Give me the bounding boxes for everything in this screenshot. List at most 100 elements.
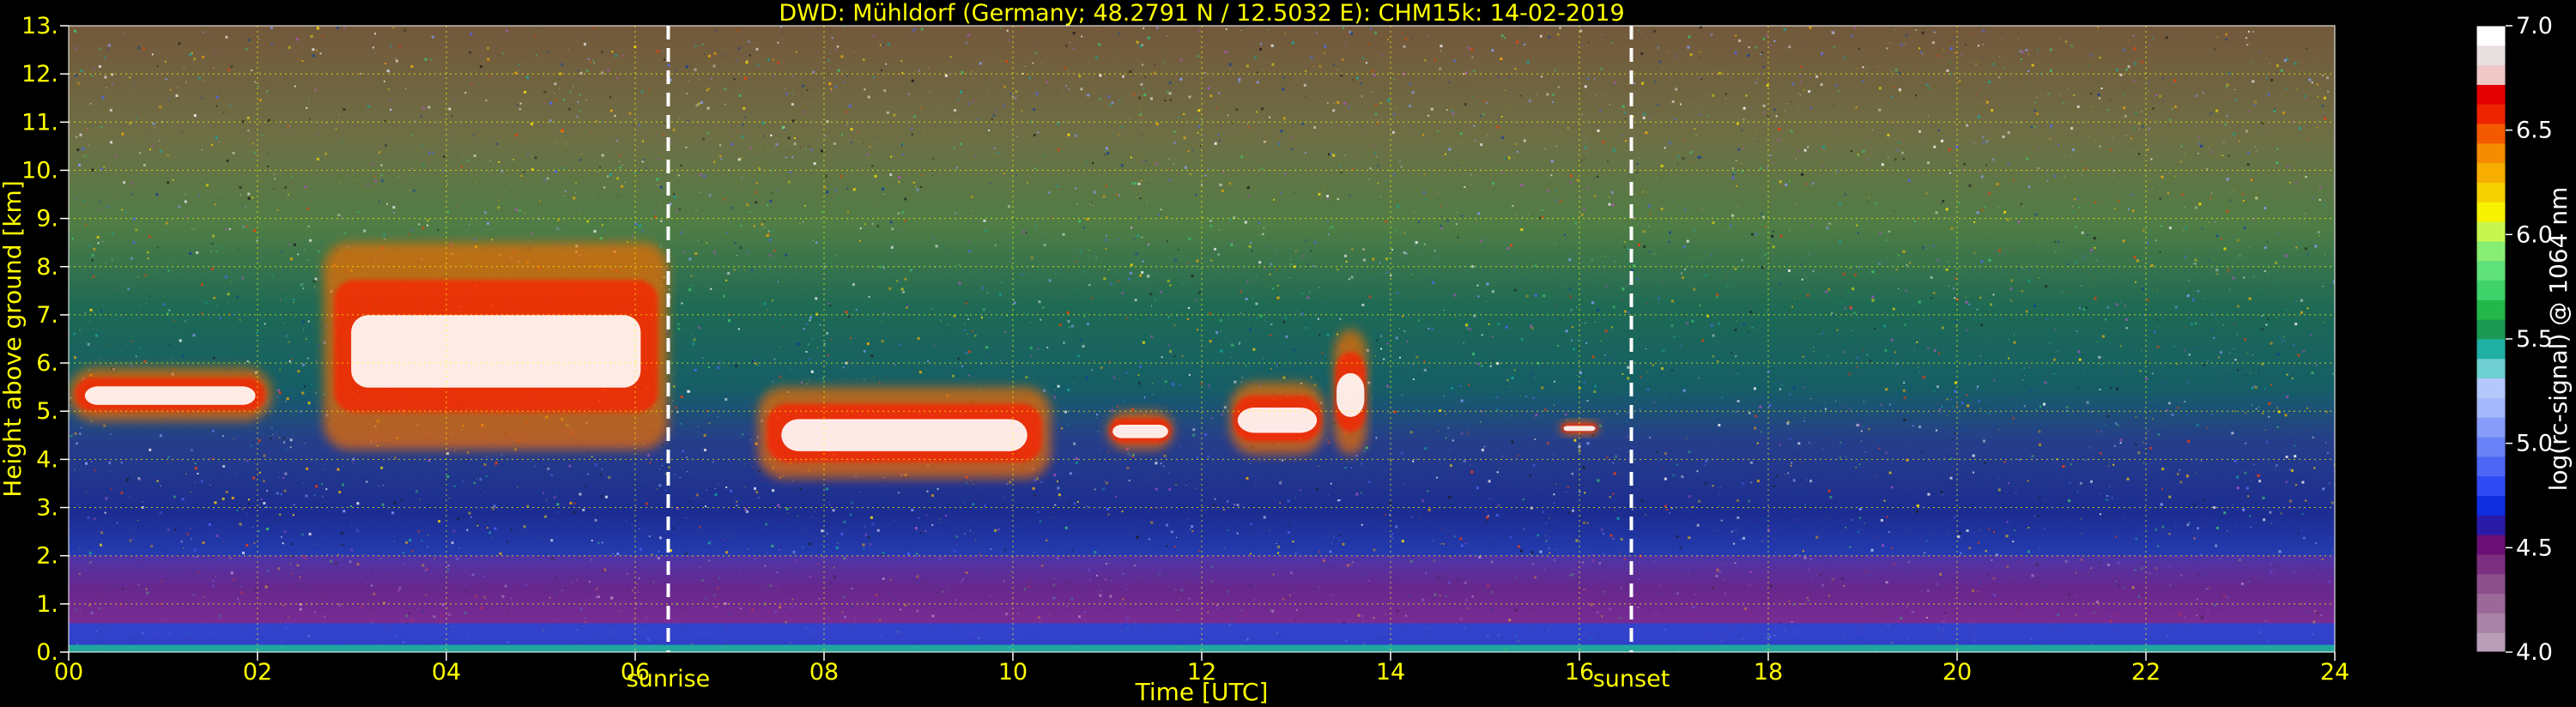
noise-pixel [1585, 186, 1589, 189]
noise-pixel [1788, 45, 1791, 49]
noise-pixel [1362, 250, 1364, 251]
noise-pixel [1584, 159, 1585, 160]
noise-pixel [1760, 53, 1762, 56]
noise-pixel [664, 489, 667, 492]
noise-pixel [2194, 263, 2197, 265]
noise-pixel [2023, 500, 2025, 502]
noise-pixel [1944, 217, 1946, 219]
noise-pixel [791, 92, 794, 94]
noise-pixel [1714, 323, 1716, 324]
noise-pixel [1261, 166, 1264, 170]
noise-pixel [321, 495, 324, 498]
noise-pixel [1575, 224, 1576, 226]
noise-pixel [1924, 552, 1926, 554]
noise-pixel [1139, 365, 1143, 368]
noise-pixel [1631, 508, 1633, 511]
noise-pixel [1671, 215, 1672, 216]
noise-pixel [1210, 398, 1212, 400]
noise-pixel [483, 463, 487, 466]
noise-pixel [214, 203, 216, 206]
noise-pixel [1255, 482, 1257, 484]
noise-pixel [674, 374, 675, 376]
noise-pixel [427, 101, 429, 103]
noise-pixel [1514, 68, 1517, 70]
noise-pixel [749, 54, 751, 57]
noise-pixel [739, 246, 742, 250]
noise-pixel [1209, 219, 1212, 222]
noise-pixel [1376, 165, 1379, 168]
noise-pixel [1256, 111, 1258, 113]
noise-pixel [1761, 51, 1763, 54]
noise-pixel [91, 254, 94, 257]
noise-pixel [1496, 499, 1500, 502]
noise-pixel [1953, 37, 1955, 39]
noise-pixel [2030, 268, 2032, 270]
noise-pixel [867, 95, 870, 99]
noise-pixel [1349, 233, 1350, 234]
noise-pixel [825, 487, 828, 491]
noise-pixel [157, 344, 159, 346]
noise-pixel [2323, 204, 2325, 207]
noise-pixel [274, 178, 276, 180]
noise-pixel [1517, 455, 1519, 457]
noise-pixel [1833, 314, 1835, 317]
noise-pixel [1021, 26, 1023, 28]
noise-pixel [567, 49, 569, 51]
noise-pixel [2235, 100, 2238, 101]
noise-pixel [1220, 349, 1223, 353]
noise-pixel [965, 299, 967, 302]
noise-pixel [1188, 95, 1191, 99]
noise-pixel [1733, 404, 1735, 406]
noise-pixel [1068, 501, 1070, 504]
noise-pixel [2223, 511, 2227, 515]
noise-pixel [452, 529, 456, 533]
noise-pixel [1141, 236, 1143, 239]
noise-pixel [253, 229, 257, 233]
noise-pixel [1741, 162, 1743, 164]
noise-pixel [2161, 77, 2164, 80]
noise-pixel [822, 94, 824, 95]
noise-pixel [932, 174, 934, 176]
noise-pixel [2211, 414, 2213, 415]
noise-pixel [759, 125, 761, 127]
noise-pixel [495, 142, 499, 145]
noise-pixel [953, 549, 956, 553]
noise-pixel [91, 75, 94, 77]
noise-pixel [1003, 330, 1006, 333]
noise-pixel [1324, 355, 1326, 357]
noise-pixel [109, 108, 112, 112]
noise-pixel [1980, 260, 1984, 263]
noise-pixel [179, 339, 182, 342]
noise-pixel [1100, 366, 1103, 369]
noise-pixel [1569, 295, 1573, 299]
noise-pixel [1695, 135, 1697, 136]
noise-pixel [2141, 350, 2143, 352]
noise-pixel [521, 142, 523, 143]
noise-pixel [1548, 547, 1550, 550]
noise-pixel [1646, 388, 1650, 391]
noise-pixel [1705, 464, 1706, 466]
noise-pixel [1883, 499, 1886, 502]
noise-pixel [1827, 489, 1831, 492]
noise-pixel [1525, 396, 1528, 398]
noise-pixel [304, 185, 307, 189]
noise-pixel [480, 27, 482, 29]
noise-pixel [1862, 150, 1865, 154]
noise-pixel [546, 177, 549, 180]
noise-pixel [1467, 432, 1470, 435]
noise-pixel [1555, 190, 1557, 192]
noise-pixel [319, 52, 322, 55]
noise-pixel [132, 241, 136, 244]
noise-pixel [1658, 60, 1662, 63]
noise-pixel [2133, 256, 2137, 259]
noise-pixel [85, 224, 88, 226]
noise-pixel [245, 459, 249, 462]
noise-pixel [2285, 88, 2288, 90]
noise-pixel [98, 209, 100, 212]
noise-pixel [905, 480, 908, 483]
noise-pixel [1767, 547, 1769, 549]
noise-pixel [1806, 293, 1809, 297]
noise-pixel [758, 166, 761, 170]
noise-pixel [486, 456, 487, 457]
noise-pixel [502, 52, 504, 55]
